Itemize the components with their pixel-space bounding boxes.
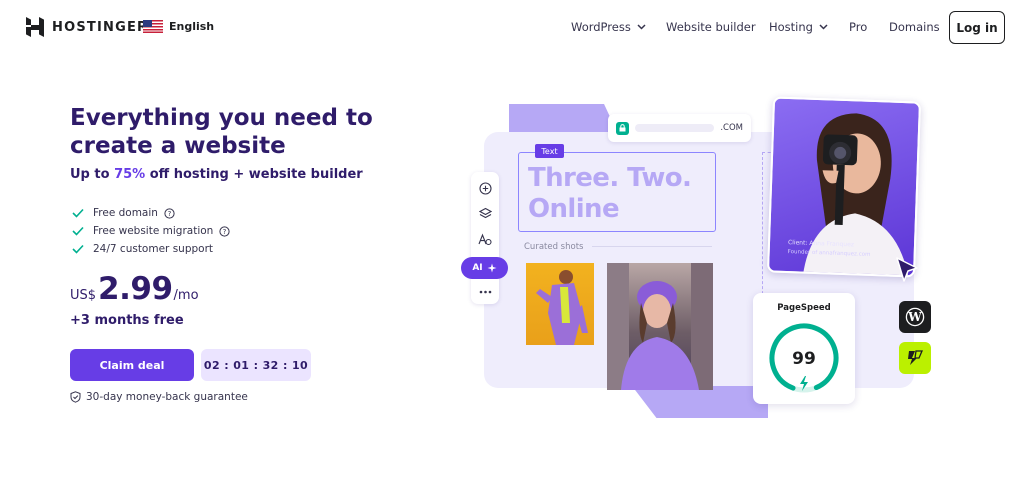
price: US$ 2.99 /mo [70,271,199,307]
nav-pro[interactable]: Pro [849,20,867,34]
nav-hosting-label: Hosting [769,20,813,34]
subtitle-prefix: Up to [70,167,115,182]
nav-domains[interactable]: Domains [889,20,940,34]
pagespeed-score: 99 [792,349,816,369]
price-currency: US$ [70,288,97,303]
price-period: /mo [173,288,199,303]
subtitle-suffix: off hosting + website builder [145,167,363,182]
wordpress-icon: W [899,301,931,333]
brand-name: HOSTINGER [52,19,149,35]
headline-line: Online [528,194,620,224]
claim-deal-button[interactable]: Claim deal [70,349,194,381]
discount-percent: 75% [114,167,146,182]
decorative-shape [509,104,617,132]
url-placeholder [635,124,715,132]
litespeed-icon [899,342,931,374]
nav-pro-label: Pro [849,20,868,34]
pagespeed-card: PageSpeed 99 [753,293,855,404]
editor-toolbar [471,172,499,304]
domain-bar: .COM [608,114,751,142]
guarantee-label: 30-day money-back guarantee [86,391,248,403]
svg-text:?: ? [223,228,227,236]
feature-label: 24/7 customer support [93,243,214,255]
nav-domains-label: Domains [889,20,940,34]
price-amount: 2.99 [98,271,173,307]
language-selector[interactable]: English [143,20,214,33]
lock-icon [616,121,629,135]
gallery-photo-man [526,263,594,345]
check-icon [72,244,84,254]
feature-list: Free domain ? Free website migration ? 2… [72,204,230,258]
nav-wordpress-label: WordPress [571,20,631,34]
help-circle-icon[interactable]: ? [164,207,175,219]
gallery-photo-woman [607,263,713,390]
curated-shots-label: Curated shots [524,242,584,252]
us-flag-icon [143,20,163,33]
svg-text:?: ? [168,210,172,218]
hero-title: Everything you need to create a website [70,105,373,159]
brand-logo[interactable]: HOSTINGER [26,17,148,37]
feature-item: Free domain ? [72,204,230,222]
money-back-guarantee: 30-day money-back guarantee [70,391,248,403]
feature-item: 24/7 customer support [72,240,230,258]
divider [592,246,712,247]
decorative-shape [632,386,768,418]
sample-headline: Three. Two. Online [528,163,718,225]
layers-icon [477,205,493,221]
feature-item: Free website migration ? [72,222,230,240]
ai-label: AI [472,263,483,273]
nav-website-builder[interactable]: Website builder [666,20,756,34]
language-label: English [169,20,215,33]
hero-subtitle: Up to 75% off hosting + website builder [70,167,363,182]
feature-label: Free website migration [93,225,214,237]
hostinger-logo-icon [26,17,44,37]
text-element-tag: Text [535,144,564,158]
chevron-down-icon [819,24,828,30]
svg-text:W: W [907,310,922,324]
nav-wordpress[interactable]: WordPress [571,20,646,34]
check-icon [72,226,84,236]
plus-circle-icon [477,180,493,196]
login-button[interactable]: Log in [949,11,1005,44]
cursor-icon [896,257,918,282]
check-icon [72,208,84,218]
chevron-down-icon [637,24,646,30]
domain-tld: .COM [720,123,743,133]
nav-hosting[interactable]: Hosting [769,20,828,34]
help-circle-icon[interactable]: ? [219,225,230,237]
countdown-timer: 02 : 01 : 32 : 10 [201,349,311,381]
text-style-icon [477,231,493,247]
shield-icon [70,391,81,403]
bonus-offer: +3 months free [70,313,184,328]
ai-assistant-pill: AI [461,257,508,279]
feature-label: Free domain [93,207,158,219]
nav-website-builder-label: Website builder [666,20,756,34]
sparkle-icon [487,263,497,273]
headline-line: Three. Two. [528,163,692,193]
top-navigation: HOSTINGER English WordPress Website buil… [0,0,1024,56]
pagespeed-title: PageSpeed [777,303,831,313]
client-photo: Client: Anna Franquez Founder of annafra… [766,96,922,278]
more-dots-icon [477,284,493,300]
